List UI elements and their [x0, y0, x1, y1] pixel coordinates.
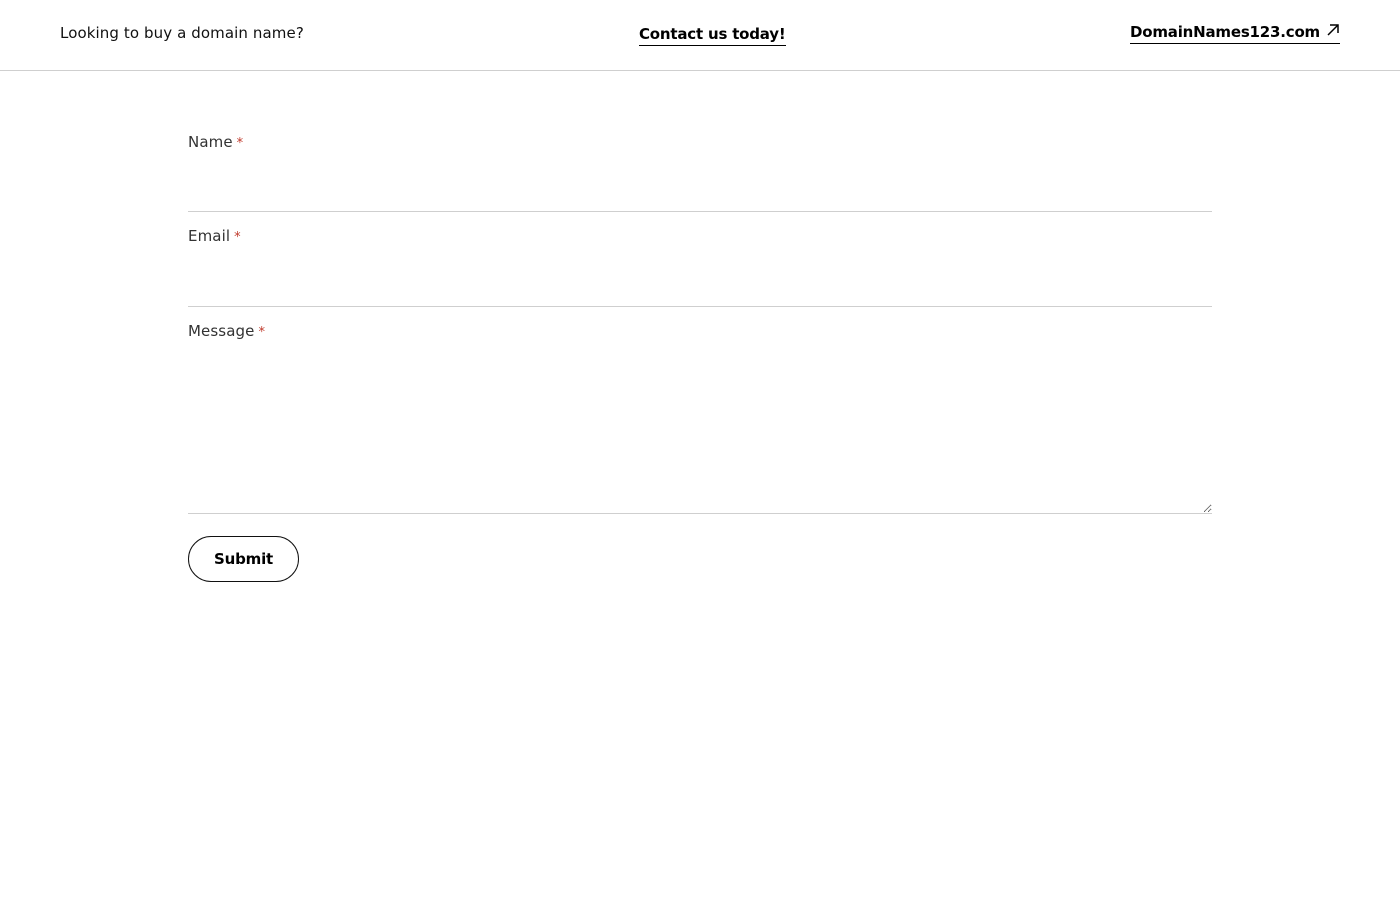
email-field-group: Email * [188, 212, 1212, 307]
message-label: Message * [188, 322, 1212, 340]
name-field-group: Name * [188, 72, 1212, 212]
name-label: Name * [188, 133, 1212, 151]
required-marker: * [236, 136, 244, 151]
email-input[interactable] [188, 251, 1212, 307]
email-label: Email * [188, 227, 1212, 245]
header-tagline: Looking to buy a domain name? [60, 24, 304, 42]
name-label-text: Name [188, 133, 233, 151]
message-textarea[interactable] [188, 346, 1212, 514]
message-label-text: Message [188, 322, 255, 340]
top-bar: Looking to buy a domain name? Contact us… [0, 0, 1400, 71]
site-link[interactable]: DomainNames123.com [1130, 23, 1340, 44]
submit-button[interactable]: Submit [188, 536, 299, 582]
email-label-text: Email [188, 227, 231, 245]
message-field-group: Message * [188, 307, 1212, 514]
external-link-arrow-icon [1327, 24, 1339, 36]
name-input[interactable] [188, 156, 1212, 212]
required-marker: * [258, 325, 266, 340]
contact-form: Name * Email * Message * Submit [188, 72, 1212, 582]
site-link-label: DomainNames123.com [1130, 23, 1320, 41]
contact-link[interactable]: Contact us today! [639, 25, 786, 46]
required-marker: * [234, 230, 241, 245]
